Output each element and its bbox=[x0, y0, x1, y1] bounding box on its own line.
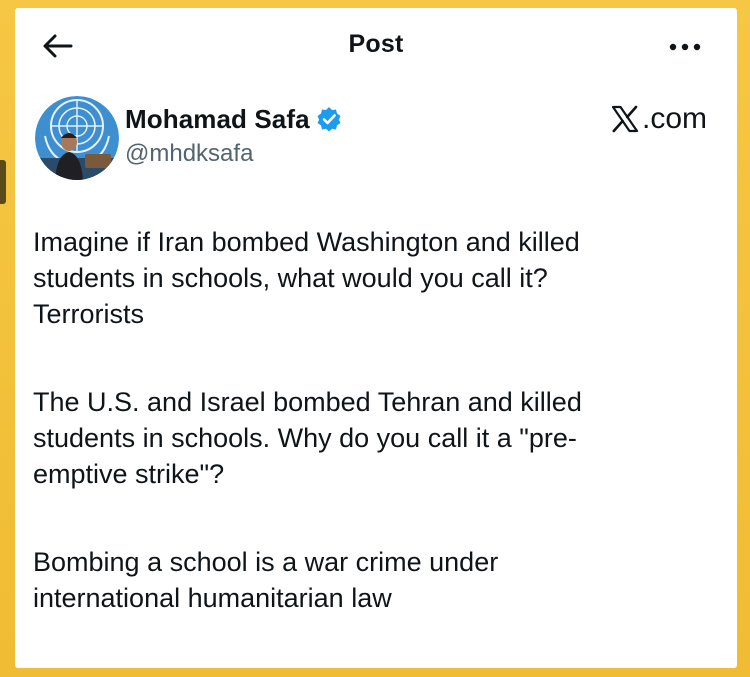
author-name-row: Mohamad Safa bbox=[125, 102, 342, 136]
author-handle[interactable]: @mhdksafa bbox=[125, 140, 342, 168]
post-paragraph: The U.S. and Israel bombed Tehran and ki… bbox=[33, 387, 582, 489]
post-paragraph: Bombing a school is a war crime under in… bbox=[33, 547, 499, 613]
avatar[interactable] bbox=[35, 96, 119, 180]
brand-label: .com bbox=[641, 102, 707, 135]
profile-photo bbox=[35, 96, 119, 180]
screenshot-frame: Post Mohamad Safa @mhdksafa .com Imagine… bbox=[0, 0, 750, 677]
verified-badge-icon bbox=[317, 107, 341, 132]
more-horizontal-icon bbox=[669, 43, 701, 51]
top-bar: Post bbox=[15, 8, 737, 78]
post-card: Post Mohamad Safa @mhdksafa .com Imagine… bbox=[15, 8, 737, 668]
post-paragraph: Imagine if Iran bombed Washington and ki… bbox=[33, 227, 580, 329]
x-logo-icon bbox=[611, 105, 639, 133]
author-block: Mohamad Safa @mhdksafa bbox=[125, 102, 342, 168]
edge-marker bbox=[0, 160, 6, 204]
more-options-button[interactable] bbox=[667, 40, 703, 54]
author-name[interactable]: Mohamad Safa bbox=[125, 104, 310, 135]
page-title: Post bbox=[348, 30, 404, 58]
brand-watermark: .com bbox=[610, 102, 707, 136]
post-body: Imagine if Iran bombed Washington and ki… bbox=[33, 224, 713, 668]
